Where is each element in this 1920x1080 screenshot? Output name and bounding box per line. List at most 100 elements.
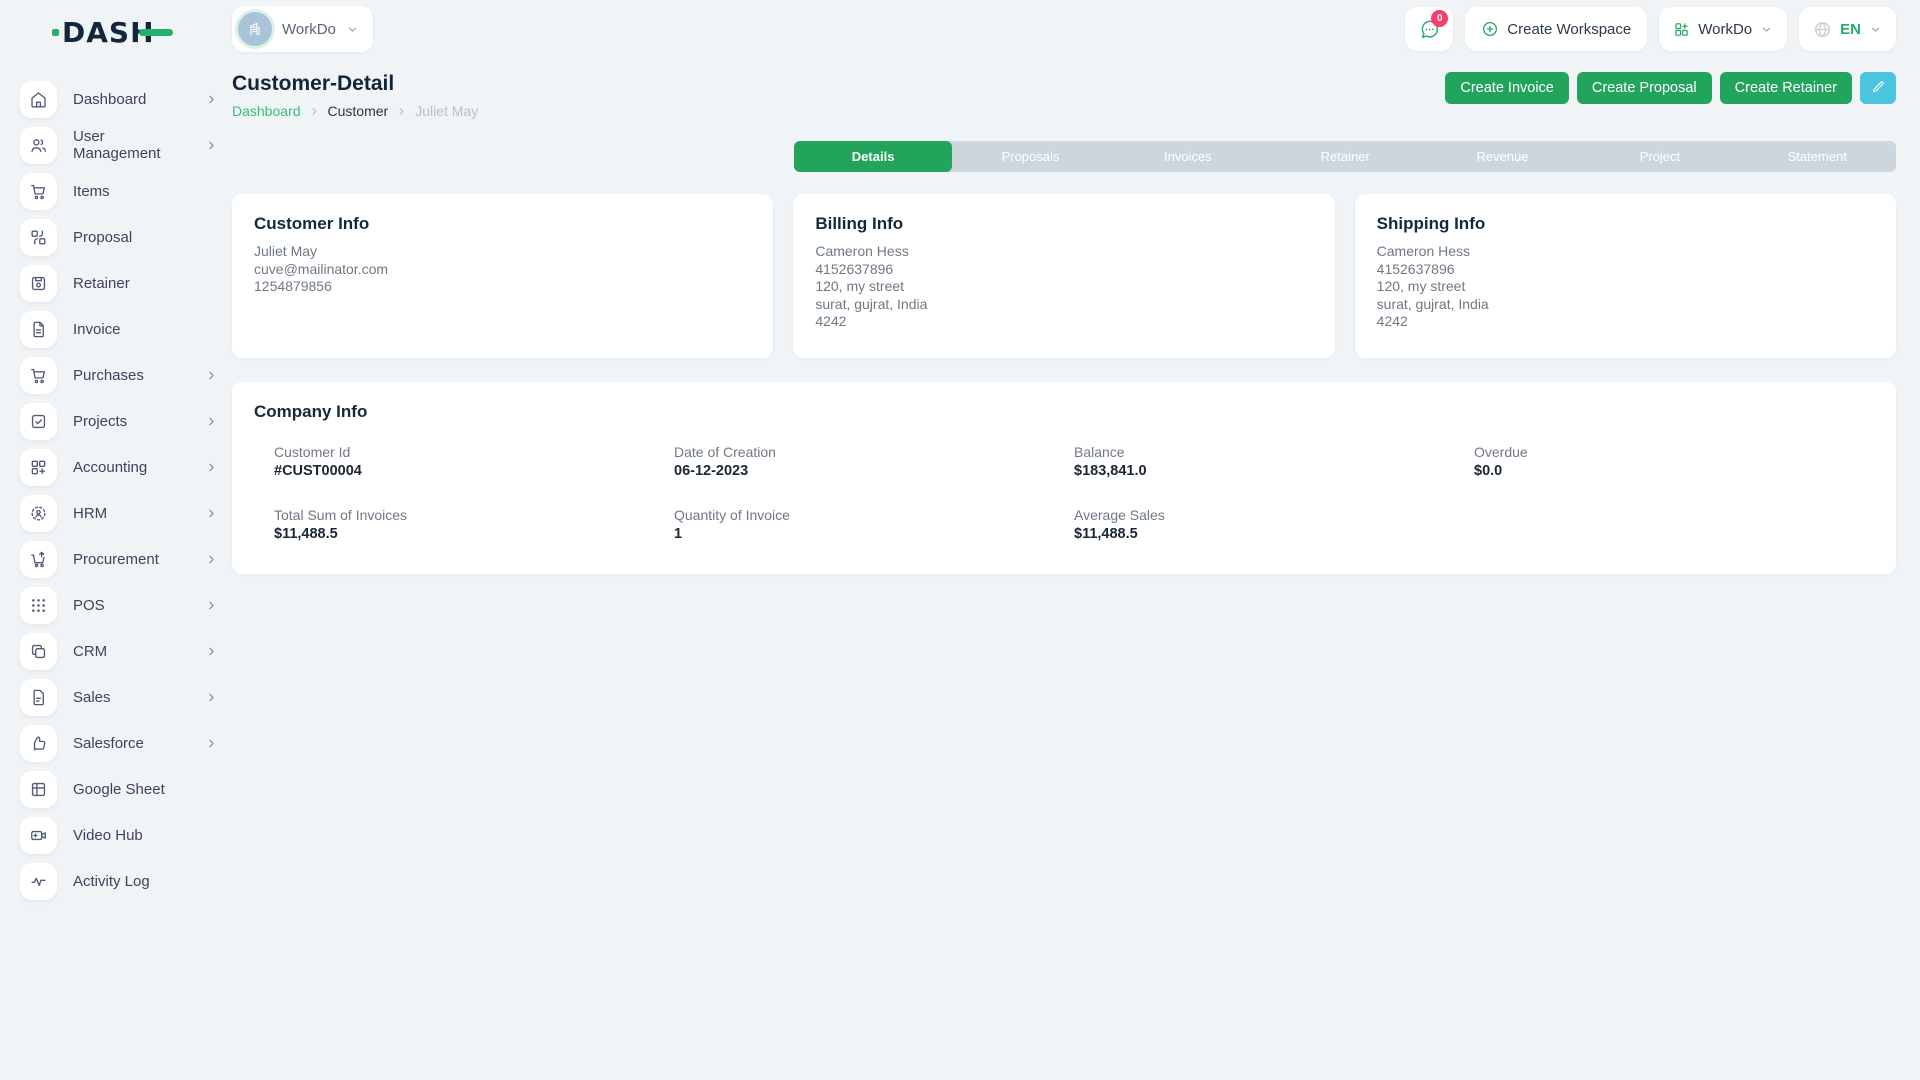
create-workspace-button[interactable]: Create Workspace <box>1465 7 1647 51</box>
customer-info-card: Customer Info Juliet May cuve@mailinator… <box>232 194 773 358</box>
grid-plus-icon <box>20 449 57 486</box>
shipping-name: Cameron Hess <box>1377 243 1874 261</box>
chevron-right-icon <box>205 599 218 612</box>
billing-city: surat, gujrat, India <box>815 296 1312 314</box>
breadcrumb-dashboard-link[interactable]: Dashboard <box>232 103 301 119</box>
sidebar-item-purchases[interactable]: Purchases <box>0 352 232 398</box>
sidebar-item-sales[interactable]: Sales <box>0 674 232 720</box>
card-title: Shipping Info <box>1377 214 1874 234</box>
chevron-right-icon <box>205 93 218 106</box>
cart-arrow-icon <box>20 541 57 578</box>
billing-zip: 4242 <box>815 313 1312 331</box>
chevron-down-icon <box>1760 23 1773 36</box>
logo-accent-bar <box>139 29 173 36</box>
workspace-selector[interactable]: WorkDo <box>232 6 373 52</box>
app-root: DASH Dashboard User Management Items <box>0 0 1920 1080</box>
video-camera-icon <box>20 817 57 854</box>
field-quantity-of-invoice: Quantity of Invoice 1 <box>674 507 1074 542</box>
sidebar-nav: Dashboard User Management Items Proposal… <box>0 76 232 904</box>
tab-project[interactable]: Project <box>1581 141 1738 172</box>
chevron-right-icon <box>205 645 218 658</box>
app-logo[interactable]: DASH <box>0 0 232 64</box>
breadcrumb-separator-icon <box>396 106 407 117</box>
sidebar-item-invoice[interactable]: Invoice <box>0 306 232 352</box>
chevron-right-icon <box>205 415 218 428</box>
tab-proposals[interactable]: Proposals <box>952 141 1109 172</box>
create-invoice-button[interactable]: Create Invoice <box>1445 72 1569 104</box>
shipping-street: 120, my street <box>1377 278 1874 296</box>
workspace-avatar <box>238 12 272 46</box>
invoice-file-icon <box>20 311 57 348</box>
customer-name: Juliet May <box>254 243 751 261</box>
billing-info-card: Billing Info Cameron Hess 4152637896 120… <box>793 194 1334 358</box>
sidebar-item-activity-log[interactable]: Activity Log <box>0 858 232 904</box>
page-title: Customer-Detail <box>232 72 478 96</box>
tab-revenue[interactable]: Revenue <box>1424 141 1581 172</box>
app-switcher[interactable]: WorkDo <box>1659 7 1787 51</box>
tab-invoices[interactable]: Invoices <box>1109 141 1266 172</box>
plus-circle-icon <box>1481 20 1499 38</box>
sidebar-item-proposal[interactable]: Proposal <box>0 214 232 260</box>
sidebar-item-google-sheet[interactable]: Google Sheet <box>0 766 232 812</box>
sidebar-item-dashboard[interactable]: Dashboard <box>0 76 232 122</box>
tab-details[interactable]: Details <box>794 141 951 172</box>
breadcrumb-customer-link[interactable]: Customer <box>328 103 389 119</box>
billing-name: Cameron Hess <box>815 243 1312 261</box>
create-proposal-button[interactable]: Create Proposal <box>1577 72 1712 104</box>
sidebar-item-procurement[interactable]: Procurement <box>0 536 232 582</box>
shipping-city: surat, gujrat, India <box>1377 296 1874 314</box>
chevron-right-icon <box>205 553 218 566</box>
field-average-sales: Average Sales $11,488.5 <box>1074 507 1474 542</box>
language-selector[interactable]: EN <box>1799 7 1896 51</box>
chevron-right-icon <box>205 139 218 152</box>
save-icon <box>20 265 57 302</box>
field-customer-id: Customer Id #CUST00004 <box>274 444 674 479</box>
card-title: Billing Info <box>815 214 1312 234</box>
main-area: WorkDo 0 Create Workspace WorkDo <box>232 0 1920 1080</box>
sidebar-item-salesforce[interactable]: Salesforce <box>0 720 232 766</box>
sidebar-item-projects[interactable]: Projects <box>0 398 232 444</box>
globe-icon <box>1813 20 1832 39</box>
messages-button[interactable]: 0 <box>1405 7 1453 51</box>
chevron-right-icon <box>205 507 218 520</box>
sidebar-item-pos[interactable]: POS <box>0 582 232 628</box>
breadcrumb-separator-icon <box>309 106 320 117</box>
sidebar: DASH Dashboard User Management Items <box>0 0 232 1080</box>
messages-count-badge: 0 <box>1431 10 1448 27</box>
sidebar-item-video-hub[interactable]: Video Hub <box>0 812 232 858</box>
sidebar-item-items[interactable]: Items <box>0 168 232 214</box>
home-icon <box>20 81 57 118</box>
sidebar-item-crm[interactable]: CRM <box>0 628 232 674</box>
billing-street: 120, my street <box>815 278 1312 296</box>
company-info-card: Company Info Customer Id #CUST00004 Date… <box>232 382 1896 574</box>
field-date-of-creation: Date of Creation 06-12-2023 <box>674 444 1074 479</box>
create-retainer-button[interactable]: Create Retainer <box>1720 72 1852 104</box>
tab-statement[interactable]: Statement <box>1739 141 1896 172</box>
sidebar-item-retainer[interactable]: Retainer <box>0 260 232 306</box>
grid-plus-icon <box>1673 21 1690 38</box>
breadcrumb-current: Juliet May <box>415 103 478 119</box>
shipping-zip: 4242 <box>1377 313 1874 331</box>
chevron-right-icon <box>205 691 218 704</box>
chevron-down-icon <box>1869 23 1882 36</box>
thumbs-up-icon <box>20 725 57 762</box>
chevron-right-icon <box>205 461 218 474</box>
billing-phone: 4152637896 <box>815 261 1312 279</box>
table-icon <box>20 771 57 808</box>
field-empty <box>1474 507 1874 542</box>
sidebar-item-accounting[interactable]: Accounting <box>0 444 232 490</box>
card-title: Customer Info <box>254 214 751 234</box>
sidebar-item-hrm[interactable]: HRM <box>0 490 232 536</box>
shipping-phone: 4152637896 <box>1377 261 1874 279</box>
edit-customer-button[interactable] <box>1860 72 1896 104</box>
tab-retainer[interactable]: Retainer <box>1267 141 1424 172</box>
field-balance: Balance $183,841.0 <box>1074 444 1474 479</box>
workspace-name: WorkDo <box>282 21 336 38</box>
sidebar-item-user-management[interactable]: User Management <box>0 122 232 168</box>
users-icon <box>20 127 57 164</box>
language-code: EN <box>1840 21 1861 38</box>
topbar: WorkDo 0 Create Workspace WorkDo <box>232 0 1896 58</box>
file-icon <box>20 679 57 716</box>
chevron-right-icon <box>205 737 218 750</box>
cart-icon <box>20 173 57 210</box>
